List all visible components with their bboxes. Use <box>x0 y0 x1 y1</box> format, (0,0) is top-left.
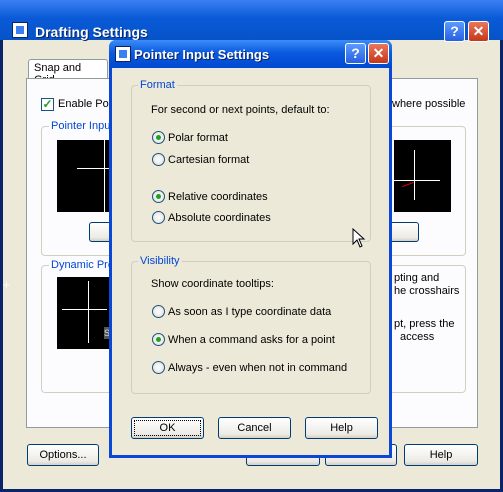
enable-pointer-checkbox[interactable]: ✓ <box>41 98 54 111</box>
dynamic-prompts-text-1: pting and <box>394 272 440 284</box>
where-possible-label: where possible <box>392 98 466 110</box>
dynamic-prompts-text-2: he crosshairs <box>394 285 460 297</box>
cartesian-format-radio[interactable] <box>152 153 165 166</box>
dialog-help-icon[interactable]: ? <box>345 43 366 64</box>
relative-coordinates-label: Relative coordinates <box>168 191 268 203</box>
tooltip-always-radio[interactable] <box>152 361 165 374</box>
crosshair-icon: + <box>3 278 11 292</box>
format-group-title: Format <box>138 79 177 91</box>
relative-coordinates-radio[interactable] <box>152 190 165 203</box>
tooltip-on-point-label: When a command asks for a point <box>168 334 335 346</box>
pointer-input-preview <box>57 140 109 212</box>
dynamic-prompts-group-title: Dynamic Pro <box>49 259 116 271</box>
app-icon <box>12 22 28 38</box>
drafting-settings-titlebar[interactable]: Drafting Settings ? ✕ <box>0 0 503 42</box>
format-instruction: For second or next points, default to: <box>151 104 330 116</box>
tooltip-always-label: Always - even when not in command <box>168 362 348 374</box>
dynamic-prompts-text-4: access <box>400 331 435 343</box>
pointer-input-settings-titlebar[interactable]: Pointer Input Settings ? ✕ <box>109 40 392 68</box>
dialog-title: Pointer Input Settings <box>134 47 270 62</box>
visibility-group-title: Visibility <box>138 255 182 267</box>
help-button[interactable]: Help <box>305 417 378 439</box>
pointer-input-settings-button-right[interactable] <box>391 222 419 242</box>
close-icon[interactable]: ✕ <box>468 21 489 42</box>
cartesian-format-label: Cartesian format <box>168 154 250 166</box>
dynamic-prompts-preview: S <box>57 277 112 349</box>
pointer-input-preview-right <box>394 140 451 212</box>
dialog-app-icon <box>115 46 131 62</box>
mouse-cursor-icon <box>352 228 366 248</box>
tooltip-on-type-label: As soon as I type coordinate data <box>168 306 332 318</box>
tab-snap-and-grid[interactable]: Snap and Grid <box>28 59 108 86</box>
polar-format-label: Polar format <box>168 132 228 144</box>
pointer-input-group-title: Pointer Input <box>49 120 116 132</box>
dialog-close-icon[interactable]: ✕ <box>368 43 389 64</box>
enable-pointer-label: Enable Poi <box>58 98 112 110</box>
dynamic-prompts-text-3: pt, press the <box>394 318 455 330</box>
tooltip-on-point-radio[interactable] <box>152 333 165 346</box>
ok-button[interactable]: OK <box>131 417 204 439</box>
visibility-instruction: Show coordinate tooltips: <box>151 278 274 290</box>
absolute-coordinates-label: Absolute coordinates <box>168 212 271 224</box>
pointer-input-settings-button[interactable] <box>89 222 111 242</box>
polar-format-radio[interactable] <box>152 131 165 144</box>
options-button[interactable]: Options... <box>27 444 99 466</box>
absolute-coordinates-radio[interactable] <box>152 211 165 224</box>
help-icon[interactable]: ? <box>444 21 465 42</box>
outer-help-button[interactable]: Help <box>404 444 478 466</box>
cancel-button[interactable]: Cancel <box>218 417 291 439</box>
window-title: Drafting Settings <box>35 24 148 40</box>
tooltip-on-type-radio[interactable] <box>152 305 165 318</box>
